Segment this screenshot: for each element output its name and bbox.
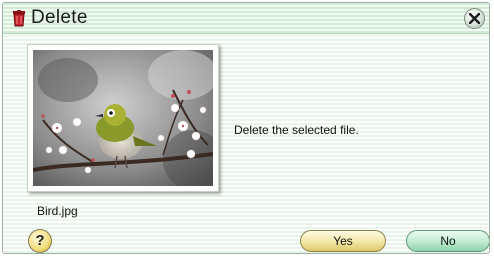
close-icon xyxy=(469,13,480,24)
file-thumbnail xyxy=(27,44,219,192)
no-button[interactable]: No xyxy=(406,230,489,252)
bird-photo-thumbnail xyxy=(33,50,213,186)
file-name-label: Bird.jpg xyxy=(37,204,78,218)
delete-dialog: Delete Delete the selected file. Bird.jp… xyxy=(2,2,490,254)
close-button[interactable] xyxy=(464,8,485,29)
no-button-label: No xyxy=(440,234,456,248)
help-button[interactable]: ? xyxy=(28,229,52,253)
dialog-title: Delete xyxy=(31,7,88,28)
trash-can-icon xyxy=(11,10,27,27)
help-icon: ? xyxy=(35,232,45,249)
yes-button-label: Yes xyxy=(333,234,353,248)
yes-button[interactable]: Yes xyxy=(300,230,386,252)
confirm-message: Delete the selected file. xyxy=(234,123,359,137)
title-bar[interactable]: Delete xyxy=(3,3,489,34)
